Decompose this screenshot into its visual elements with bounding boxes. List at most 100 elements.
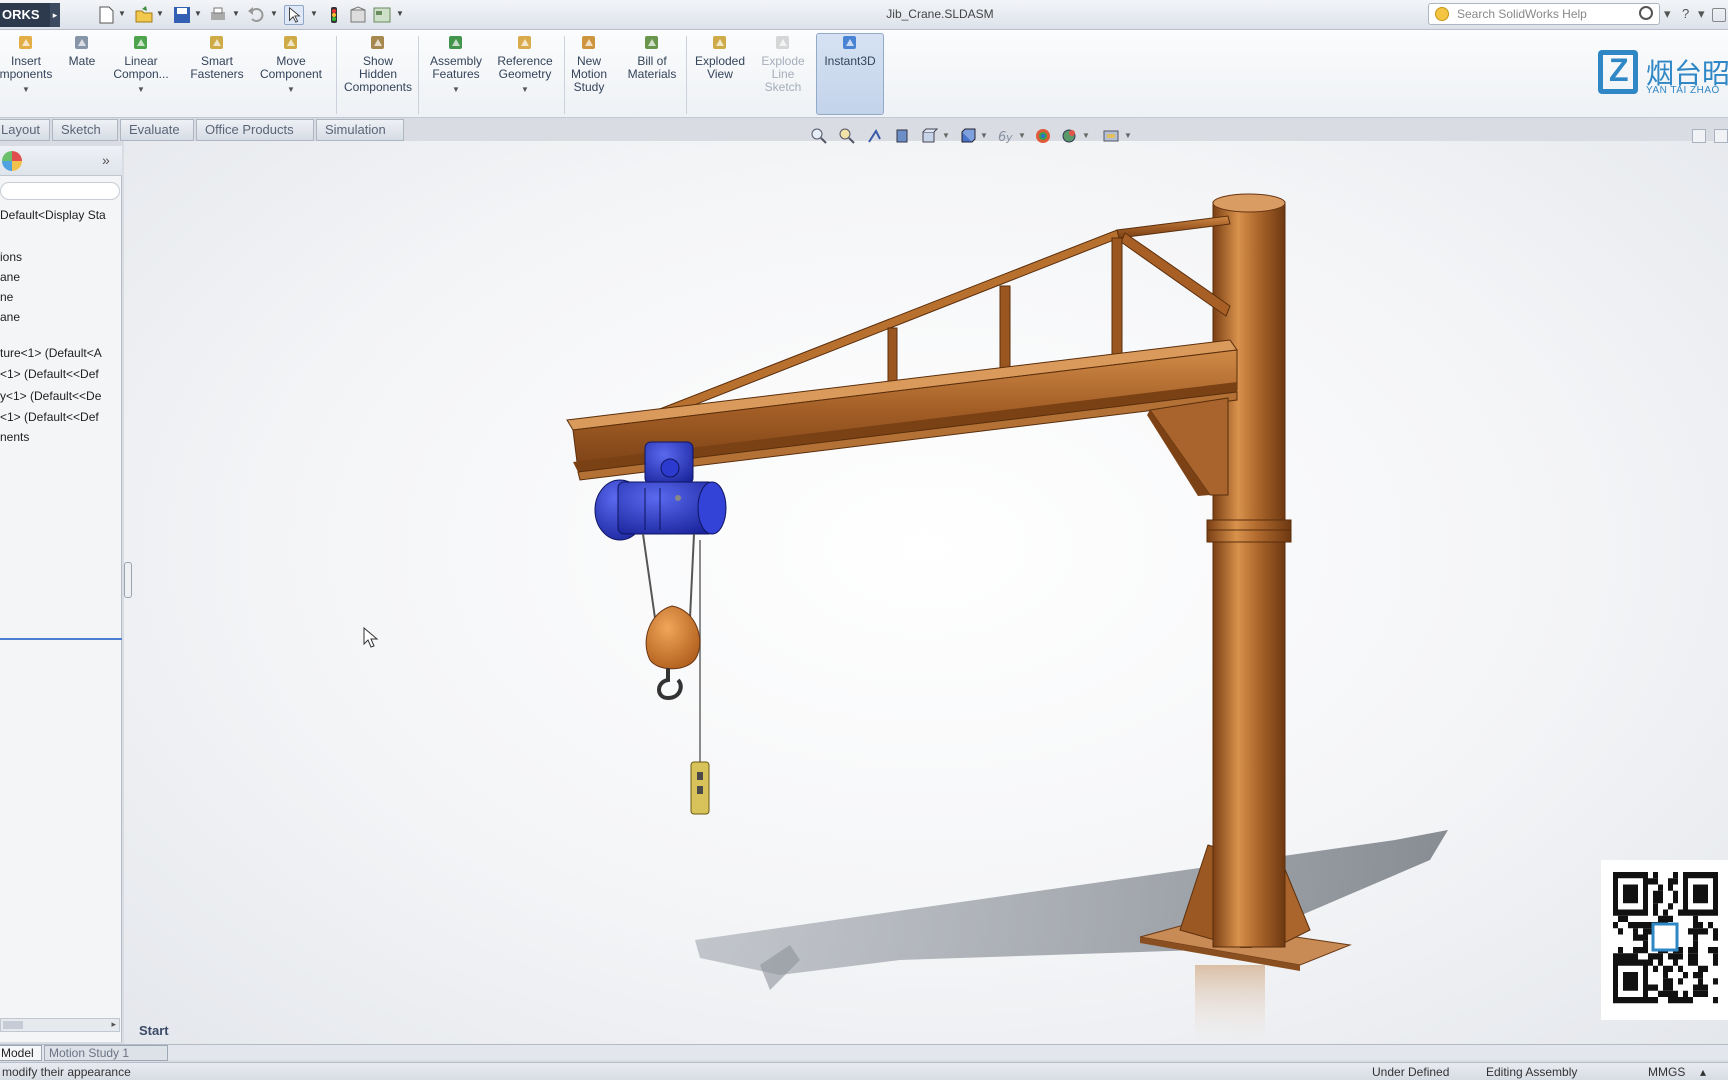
- explode-line-sketch-label: Explode Line Sketch: [761, 54, 805, 94]
- viewport-maximize-icon[interactable]: [1714, 129, 1728, 143]
- tree-item-component[interactable]: y<1> (Default<<De: [0, 389, 122, 403]
- hook: [657, 668, 683, 701]
- zoom-to-area-icon[interactable]: [838, 127, 856, 145]
- help-icon[interactable]: ?: [1682, 6, 1689, 21]
- search-dropdown-chevron-icon[interactable]: ▾: [1664, 6, 1671, 22]
- ribbon-separator: [564, 36, 565, 114]
- move-component-chevron-icon[interactable]: ▼: [254, 83, 328, 96]
- mate-button[interactable]: Mate: [62, 34, 102, 68]
- qr-finder-pattern: [1613, 872, 1648, 916]
- qr-finder-pattern: [1613, 959, 1648, 1004]
- move-component-icon: [284, 36, 297, 49]
- tab-motion-study[interactable]: Motion Study 1: [44, 1045, 168, 1061]
- smart-fasteners-button[interactable]: Smart Fasteners: [186, 34, 248, 81]
- tree-item[interactable]: ane: [0, 310, 122, 324]
- help-search-input[interactable]: Search SolidWorks Help: [1428, 3, 1660, 25]
- display-manager-icon[interactable]: [2, 151, 22, 171]
- previous-view-icon[interactable]: [866, 127, 884, 145]
- display-style-icon[interactable]: [958, 127, 976, 145]
- move-component-label: Move Component: [259, 54, 323, 81]
- new-motion-study-label: New Motion Study: [570, 54, 608, 94]
- tab-simulation[interactable]: Simulation: [316, 119, 404, 141]
- tree-filter-input[interactable]: [0, 182, 120, 200]
- hide-show-items-icon[interactable]: 6y: [996, 127, 1014, 145]
- tree-item[interactable]: ions: [0, 250, 122, 264]
- new-motion-study-button[interactable]: New Motion Study: [566, 34, 612, 94]
- smart-fasteners-icon: [210, 36, 223, 49]
- search-icon[interactable]: [1639, 6, 1653, 20]
- expand-panel-icon[interactable]: »: [102, 152, 110, 168]
- insert-components-chevron-icon[interactable]: ▼: [0, 83, 56, 96]
- tab-evaluate[interactable]: Evaluate: [120, 119, 194, 141]
- linear-component-pattern-button[interactable]: Linear Compon... ▼: [108, 34, 174, 96]
- ribbon-separator: [686, 36, 687, 114]
- linear-component-pattern-chevron-icon[interactable]: ▼: [108, 83, 174, 96]
- apply-scene-icon[interactable]: [1060, 127, 1078, 145]
- panel-tabs: »: [0, 146, 122, 176]
- motion-timeline-start-label: Start: [139, 1023, 169, 1038]
- reference-geometry-button[interactable]: Reference Geometry ▼: [492, 34, 558, 96]
- tree-item-component[interactable]: <1> (Default<<Def: [0, 410, 122, 424]
- view-orientation-chevron-icon[interactable]: ▼: [942, 131, 950, 140]
- scroll-thumb[interactable]: [3, 1021, 23, 1029]
- insert-components-icon: [19, 36, 32, 49]
- hide-show-chevron-icon[interactable]: ▼: [1018, 131, 1026, 140]
- tab-sketch[interactable]: Sketch: [52, 119, 118, 141]
- section-view-icon[interactable]: [894, 127, 912, 145]
- ribbon-separator: [336, 36, 337, 114]
- panel-splitter-handle[interactable]: [124, 562, 132, 598]
- tree-item[interactable]: ne: [0, 290, 122, 304]
- graphics-area[interactable]: [124, 141, 1728, 1044]
- instant3d-button[interactable]: Instant3D: [818, 34, 882, 68]
- floor-shadow: [695, 830, 1448, 975]
- assembly-features-chevron-icon[interactable]: ▼: [424, 83, 488, 96]
- show-hidden-components-label: Show Hidden Components: [343, 54, 413, 94]
- jib-crane-model[interactable]: [124, 141, 1728, 1044]
- motion-study-icon: [582, 36, 595, 49]
- insert-components-button[interactable]: Insert mponents ▼: [0, 34, 56, 96]
- viewport-minimize-icon[interactable]: [1692, 129, 1706, 143]
- units-chevron-icon[interactable]: ▴: [1700, 1065, 1706, 1079]
- rollback-bar[interactable]: [0, 638, 122, 640]
- tree-item-display-state[interactable]: Default<Display Sta: [0, 208, 122, 222]
- explode-line-sketch-button[interactable]: Explode Line Sketch: [754, 34, 812, 94]
- instant3d-label: Instant3D: [824, 54, 876, 68]
- reference-geometry-chevron-icon[interactable]: ▼: [492, 83, 558, 96]
- help-dropdown-chevron-icon[interactable]: ▾: [1698, 6, 1705, 22]
- tab-model[interactable]: Model: [0, 1045, 42, 1061]
- window-restore-icon[interactable]: [1712, 8, 1726, 22]
- linear-component-pattern-label: Linear Compon...: [113, 54, 169, 81]
- tree-item-component[interactable]: <1> (Default<<Def: [0, 367, 122, 381]
- svg-text:y: y: [1005, 131, 1013, 144]
- view-orientation-icon[interactable]: [920, 127, 938, 145]
- show-hidden-components-button[interactable]: Show Hidden Components: [340, 34, 416, 94]
- exploded-view-button[interactable]: Exploded View: [688, 34, 752, 81]
- mate-label: Mate: [68, 54, 96, 68]
- tab-office-products[interactable]: Office Products: [196, 119, 314, 141]
- scroll-right-icon[interactable]: ▸: [111, 1019, 116, 1030]
- truss-vertical: [1111, 237, 1123, 357]
- apply-scene-chevron-icon[interactable]: ▼: [1082, 131, 1090, 140]
- assembly-features-label: Assembly Features: [429, 54, 482, 81]
- tree-item-component[interactable]: ture<1> (Default<A: [0, 346, 122, 360]
- status-hint: modify their appearance: [2, 1065, 131, 1079]
- view-settings-chevron-icon[interactable]: ▼: [1124, 131, 1132, 140]
- view-settings-icon[interactable]: [1102, 127, 1120, 145]
- tree-item[interactable]: ane: [0, 270, 122, 284]
- tree-item-mates[interactable]: nents: [0, 430, 122, 444]
- display-style-chevron-icon[interactable]: ▼: [980, 131, 988, 140]
- panel-horizontal-scrollbar[interactable]: ▸: [0, 1018, 120, 1032]
- edit-appearance-icon[interactable]: [1034, 127, 1052, 145]
- model-tabs: Model Motion Study 1: [0, 1044, 1728, 1061]
- status-units[interactable]: MMGS: [1648, 1065, 1685, 1079]
- reference-geometry-label: Reference Geometry: [497, 54, 553, 81]
- zoom-to-fit-icon[interactable]: [810, 127, 828, 145]
- column-cap: [1212, 193, 1286, 213]
- help-search-placeholder: Search SolidWorks Help: [1457, 7, 1587, 21]
- tab-layout[interactable]: Layout: [0, 119, 50, 141]
- assembly-features-button[interactable]: Assembly Features ▼: [424, 34, 488, 96]
- bill-of-materials-button[interactable]: Bill of Materials: [620, 34, 684, 81]
- truss-vertical: [887, 327, 898, 385]
- move-component-button[interactable]: Move Component ▼: [254, 34, 328, 96]
- lightbulb-icon: [1435, 7, 1449, 21]
